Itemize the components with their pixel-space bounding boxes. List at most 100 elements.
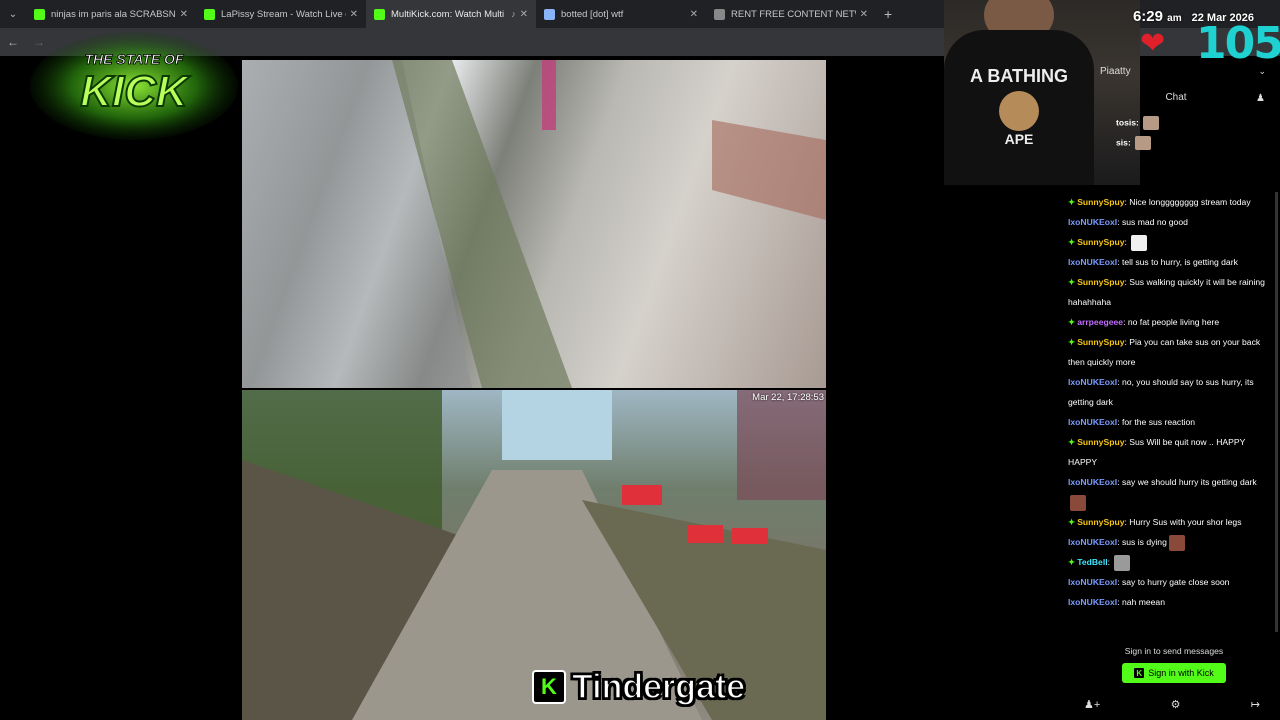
signin-button-label: Sign in with Kick [1148, 668, 1214, 678]
browser-tab[interactable]: MultiKick.com: Watch Multi ♪ ✕ [366, 0, 536, 28]
subscriber-badge-icon: ✦ [1068, 557, 1076, 567]
chat-username[interactable]: SunnySpuy [1077, 437, 1124, 447]
kick-logo-icon: K [1134, 668, 1145, 678]
chat-username[interactable]: IxoNUKEoxI [1068, 577, 1117, 587]
partial-chat-row: tosis: [1116, 116, 1159, 130]
tab-audio-icon[interactable]: ♪ [511, 9, 516, 19]
subscriber-badge-icon: ✦ [1068, 197, 1076, 207]
users-icon[interactable]: ♟ [1256, 93, 1265, 104]
partial-chat-row: sis: [1116, 136, 1151, 150]
browser-tab[interactable]: LaPissy Stream - Watch Live on ✕ [196, 0, 366, 28]
chat-username[interactable]: IxoNUKEoxI [1068, 477, 1117, 487]
chat-text: say we should hurry its getting dark [1121, 477, 1257, 487]
chat-separator: : [1124, 237, 1130, 247]
chat-message: ✦ SunnySpuy: Nice longggggggg stream toda… [1068, 192, 1266, 212]
chat-message: IxoNUKEoxI: nah meean [1068, 592, 1266, 612]
signin-prompt: Sign in to send messages [1124, 646, 1224, 656]
clock-time: 6:29 am [1132, 8, 1182, 25]
chat-username[interactable]: SunnySpuy [1077, 197, 1124, 207]
chat-text: for the sus reaction [1121, 417, 1196, 427]
chat-message: IxoNUKEoxI: sus is dying [1068, 532, 1266, 552]
chat-username[interactable]: arrpeegeee [1077, 317, 1123, 327]
chat-text: sus mad no good [1121, 217, 1188, 227]
browser-tab[interactable]: RENT FREE CONTENT NETWOR ✕ [706, 0, 876, 28]
tab-favicon-icon [204, 8, 215, 20]
chat-message: ✦ SunnySpuy: Hurry Sus with your shor leg… [1068, 512, 1266, 532]
video-timestamp: Mar 22, 17:28:53 [752, 392, 824, 403]
tab-favicon-icon [544, 8, 555, 20]
chat-username[interactable]: TedBell [1077, 557, 1107, 567]
chat-username[interactable]: SunnySpuy [1077, 237, 1124, 247]
chat-username[interactable]: SunnySpuy [1077, 277, 1124, 287]
viewer-count: 105 [1196, 18, 1280, 69]
browser-tab[interactable]: ninjas im paris ala SCRABSNYC ✕ [26, 0, 196, 28]
channel-username[interactable]: Piaatty [1100, 66, 1131, 77]
tab-close-icon[interactable]: ✕ [180, 9, 188, 20]
tab-favicon-icon [714, 8, 725, 20]
chat-username[interactable]: IxoNUKEoxI [1068, 537, 1117, 547]
tab-close-icon[interactable]: ✕ [520, 9, 528, 20]
chat-username[interactable]: IxoNUKEoxI [1068, 217, 1117, 227]
kick-logo-icon: K [532, 670, 566, 704]
stream-video-top[interactable] [242, 60, 826, 388]
chat-username[interactable]: SunnySpuy [1077, 337, 1124, 347]
ape-logo-icon [999, 91, 1039, 131]
chat-emote-icon [1168, 534, 1185, 551]
signin-kick-button[interactable]: K Sign in with Kick [1122, 663, 1226, 683]
subscriber-badge-icon: ✦ [1068, 337, 1076, 347]
exit-icon[interactable]: ↦ [1251, 698, 1260, 711]
logo-subtitle: THE STATE OF [84, 51, 183, 67]
chat-message-list: ✦ SunnySpuy: Nice longggggggg stream toda… [1068, 192, 1266, 612]
tab-label: LaPissy Stream - Watch Live on [221, 8, 346, 20]
subscriber-badge-icon: ✦ [1068, 517, 1076, 527]
chat-message: ✦ SunnySpuy: Sus walking quickly it will … [1068, 272, 1266, 312]
chat-message: ✦ SunnySpuy: Pia you can take sus on your… [1068, 332, 1266, 372]
chat-message: IxoNUKEoxI: tell sus to hurry, is gettin… [1068, 252, 1266, 272]
tab-label: botted [dot] wtf [561, 8, 624, 20]
chat-emote-icon [1114, 554, 1131, 571]
chat-scrollbar[interactable] [1275, 192, 1278, 632]
back-arrow-icon[interactable]: ← [0, 35, 26, 49]
tab-close-icon[interactable]: ✕ [350, 9, 358, 20]
chat-username[interactable]: IxoNUKEoxI [1068, 257, 1117, 267]
chat-message: IxoNUKEoxI: no, you should say to sus hu… [1068, 372, 1266, 412]
tab-favicon-icon [374, 8, 385, 20]
chevron-down-icon[interactable]: ⌄ [1258, 66, 1266, 77]
new-tab-button[interactable]: + [884, 6, 892, 22]
chat-username[interactable]: SunnySpuy [1077, 517, 1124, 527]
chat-message: IxoNUKEoxI: say to hurry gate close soon [1068, 572, 1266, 592]
shirt-text-bottom: APE [1004, 131, 1034, 147]
heart-icon: ❤ [1140, 27, 1166, 60]
chat-text: Hurry Sus with your shor legs [1129, 517, 1242, 527]
chat-message: ✦ SunnySpuy: [1068, 232, 1266, 252]
gear-icon[interactable]: ⚙ [1171, 698, 1181, 711]
logo-title: KICK [80, 67, 191, 116]
subscriber-badge-icon: ✦ [1068, 237, 1076, 247]
tab-search-chevron-icon[interactable]: ⌄ [0, 0, 26, 28]
chat-message: ✦ SunnySpuy: Sus Will be quit now .. HAPP… [1068, 432, 1266, 472]
chat-username[interactable]: IxoNUKEoxI [1068, 417, 1117, 427]
chat-text: say to hurry gate close soon [1121, 577, 1230, 587]
browser-tab[interactable]: botted [dot] wtf ✕ [536, 0, 706, 28]
chat-text: tell sus to hurry, is getting dark [1121, 257, 1238, 267]
subscriber-badge-icon: ✦ [1068, 277, 1076, 287]
subscriber-badge-icon: ✦ [1068, 317, 1076, 327]
tab-strip: ninjas im paris ala SCRABSNYC ✕ LaPissy St… [26, 0, 876, 28]
chat-text: Nice longggggggg stream today [1129, 197, 1251, 207]
chat-text: nah meean [1121, 597, 1165, 607]
caption-banner: K Tindergate [532, 667, 746, 706]
chat-separator: : [1107, 557, 1113, 567]
shirt-text-top: A BATHING [970, 66, 1068, 86]
chat-emote-icon [1131, 234, 1148, 251]
chat-username[interactable]: IxoNUKEoxI [1068, 377, 1117, 387]
tab-close-icon[interactable]: ✕ [860, 9, 868, 20]
tab-close-icon[interactable]: ✕ [690, 9, 698, 20]
chat-message: IxoNUKEoxI: sus mad no good [1068, 212, 1266, 232]
tab-favicon-icon [34, 8, 45, 20]
chat-title: Chat [1165, 92, 1187, 103]
add-user-icon[interactable]: ♟+ [1084, 698, 1100, 711]
chat-username[interactable]: IxoNUKEoxI [1068, 597, 1117, 607]
tab-label: MultiKick.com: Watch Multi [391, 8, 505, 20]
streamer-shirt: A BATHING APE [944, 30, 1094, 185]
chat-message: IxoNUKEoxI: for the sus reaction [1068, 412, 1266, 432]
